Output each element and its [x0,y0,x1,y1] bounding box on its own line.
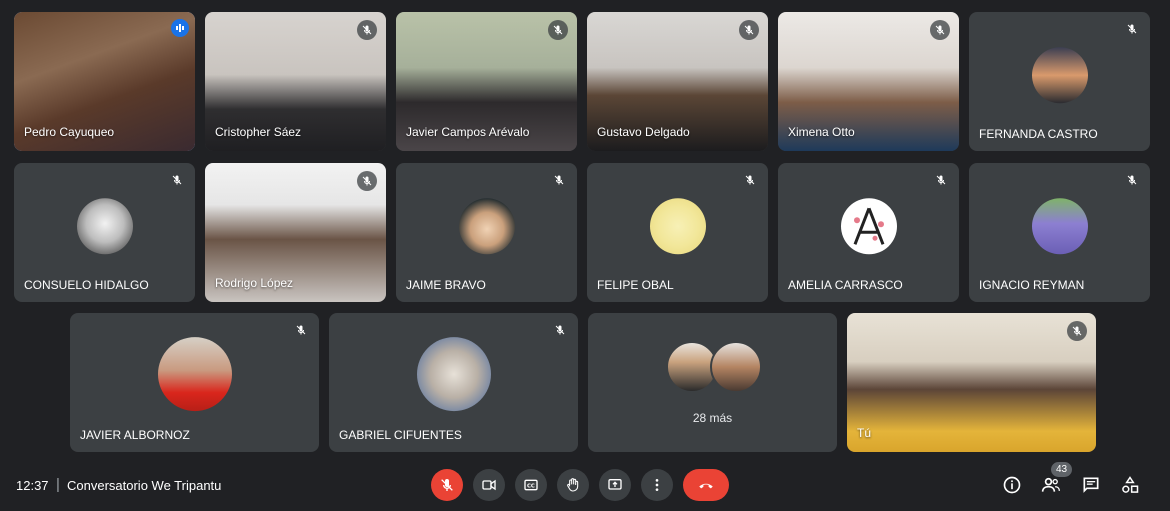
microphone-off-icon [1067,321,1087,341]
participant-name: Gustavo Delgado [597,125,690,139]
avatar [710,341,762,393]
participant-tile-ximena[interactable]: Ximena Otto [778,12,959,151]
present-screen-button[interactable] [599,469,631,501]
raise-hand-icon [567,478,579,492]
speaking-indicator-icon [171,19,189,37]
participant-name: Ximena Otto [788,125,855,139]
participant-name: Tú [857,426,872,440]
participant-name: CONSUELO HIDALGO [24,278,149,292]
activities-icon [1122,476,1139,493]
avatar [1031,197,1088,254]
avatar [649,197,706,254]
divider: | [56,476,60,493]
participant-name: IGNACIO REYMAN [979,278,1085,292]
participant-tile-ignacio[interactable]: IGNACIO REYMAN [969,163,1150,302]
camera-toggle-button[interactable] [473,469,505,501]
participant-name: Cristopher Sáez [215,125,302,139]
more-participants-label: 28 más [692,411,733,425]
microphone-off-icon [550,171,568,189]
avatar [157,336,232,411]
participants-count-badge: 43 [1051,462,1073,477]
meeting-title: Conversatorio We Tripantu [67,478,222,493]
activities-button[interactable] [1118,473,1142,497]
participant-tile-gustavo[interactable]: Gustavo Delgado [587,12,768,151]
microphone-off-icon [930,20,950,40]
participant-name: JAIME BRAVO [406,278,486,292]
participant-tile-gabriel[interactable]: GABRIEL CIFUENTES [329,313,578,452]
self-view-tile[interactable]: Tú [847,313,1096,452]
microphone-off-icon [441,479,453,491]
microphone-off-icon [551,321,569,339]
captions-button[interactable]: CC [515,469,547,501]
present-screen-icon [608,479,622,490]
microphone-off-icon [739,20,759,40]
participant-name: FERNANDA CASTRO [979,127,1098,141]
microphone-off-icon [548,20,568,40]
video-feed [847,313,1096,452]
people-icon [1041,477,1060,492]
participant-tile-jaime[interactable]: JAIME BRAVO [396,163,577,302]
camera-icon [482,479,496,491]
participant-tile-javier-albornoz[interactable]: JAVIER ALBORNOZ [70,313,319,452]
end-call-icon [699,483,713,489]
participant-name: Rodrigo López [215,276,294,290]
participant-tile-rodrigo[interactable]: Rodrigo López [205,163,386,302]
microphone-off-icon [292,321,310,339]
participant-tile-pedro[interactable]: Pedro Cayuqueo [14,12,195,151]
microphone-off-icon [357,171,377,191]
avatar [416,336,491,411]
captions-icon: CC [524,479,538,491]
microphone-off-icon [1123,171,1141,189]
raise-hand-button[interactable] [557,469,589,501]
more-options-button[interactable] [641,469,673,501]
microphone-off-icon [168,171,186,189]
avatar [840,197,897,254]
participant-name: Javier Campos Arévalo [406,125,530,139]
microphone-off-icon [741,171,759,189]
participant-tile-felipe[interactable]: FELIPE OBAL [587,163,768,302]
microphone-off-icon [1123,20,1141,38]
microphone-off-icon [357,20,377,40]
microphone-off-icon [932,171,950,189]
participant-name: JAVIER ALBORNOZ [80,428,190,442]
chat-icon [1083,477,1099,493]
avatar [1031,46,1088,103]
more-options-icon [655,479,659,491]
participant-name: Pedro Cayuqueo [24,125,115,139]
participant-name: GABRIEL CIFUENTES [339,428,462,442]
clock: 12:37 [16,478,49,493]
participant-name: FELIPE OBAL [597,278,674,292]
end-call-button[interactable] [683,469,729,501]
participant-tile-cristopher[interactable]: Cristopher Sáez [205,12,386,151]
participant-tile-amelia[interactable]: AMELIA CARRASCO [778,163,959,302]
more-participants-tile[interactable]: 28 más [588,313,837,452]
avatar [458,197,515,254]
microphone-toggle-button[interactable] [431,469,463,501]
info-icon [1003,476,1021,494]
avatar [76,197,133,254]
svg-text:CC: CC [527,483,535,489]
participant-tile-javier-campos[interactable]: Javier Campos Arévalo [396,12,577,151]
meeting-details-button[interactable] [1000,473,1024,497]
participant-tile-fernanda[interactable]: FERNANDA CASTRO [969,12,1150,151]
chat-button[interactable] [1079,473,1103,497]
participant-tile-consuelo[interactable]: CONSUELO HIDALGO [14,163,195,302]
participant-name: AMELIA CARRASCO [788,278,903,292]
